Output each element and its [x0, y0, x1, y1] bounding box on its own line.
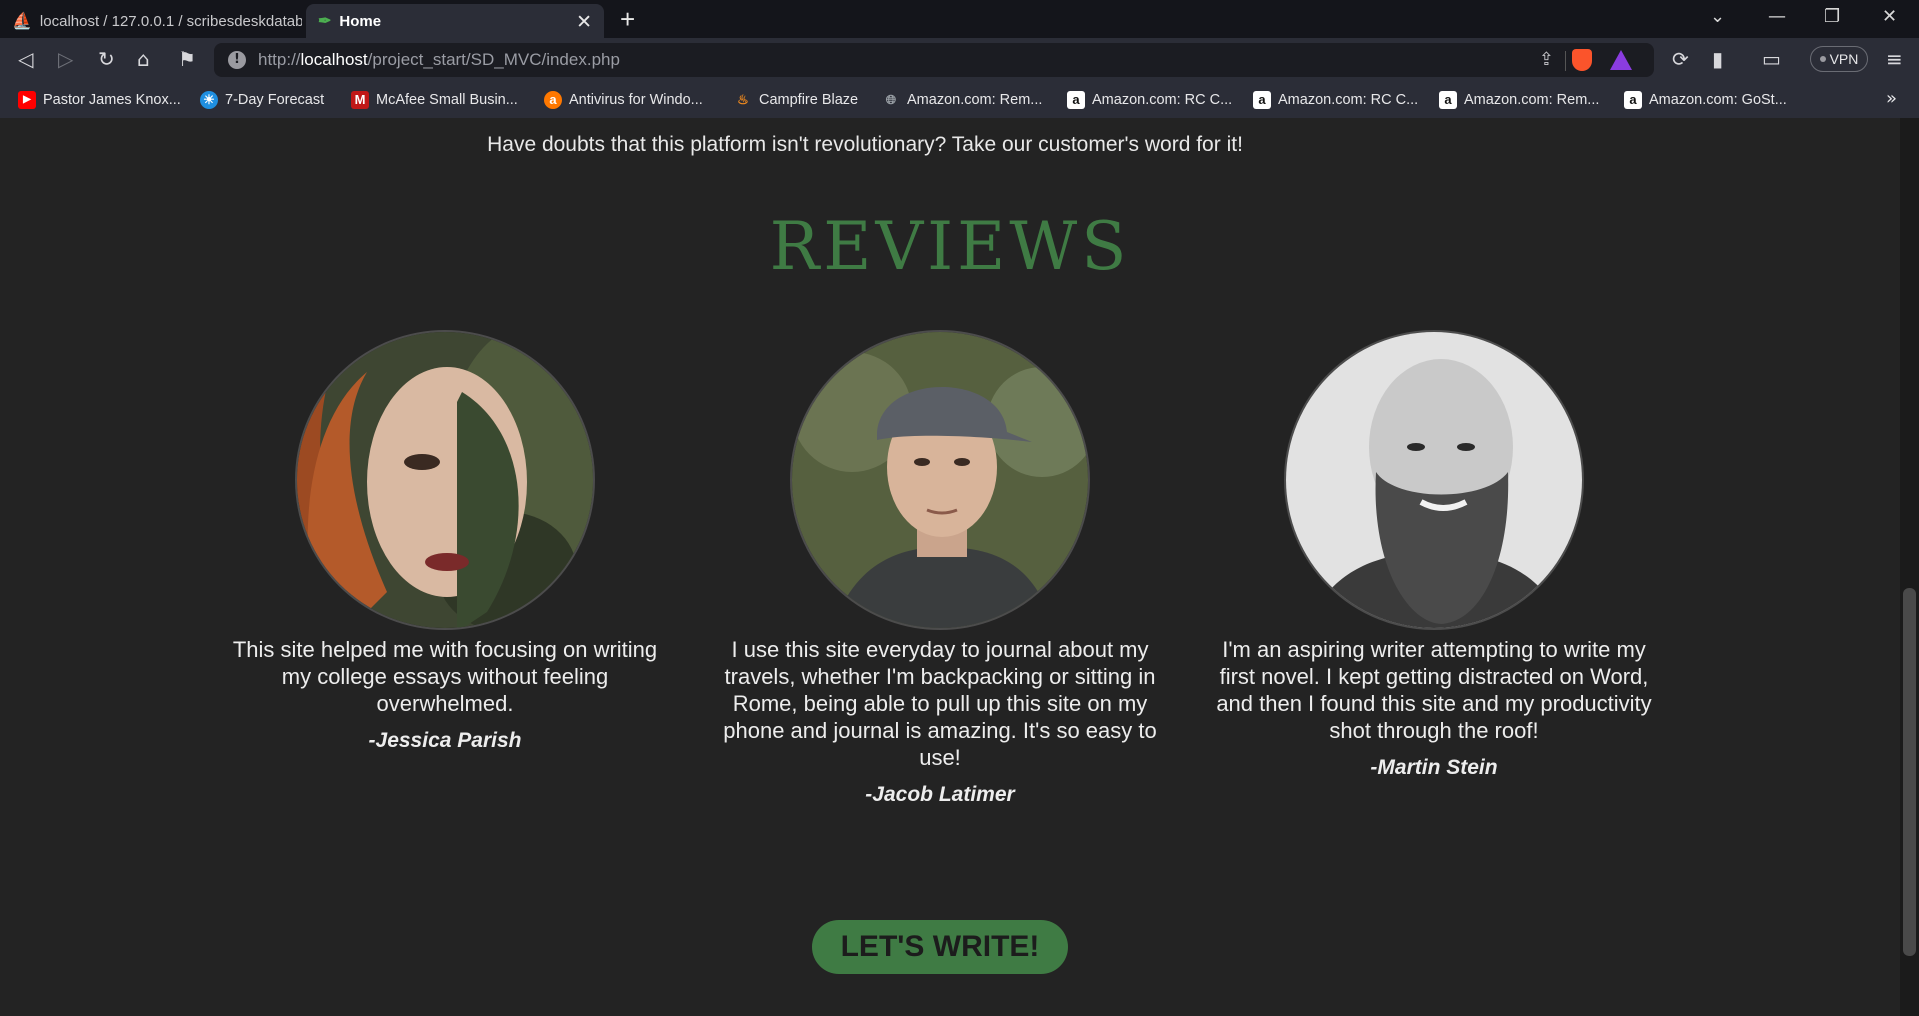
review-quote: I'm an aspiring writer attempting to wri… — [1216, 637, 1652, 743]
home-icon[interactable]: ⌂ — [137, 47, 150, 71]
minimize-icon[interactable]: — — [1768, 6, 1786, 27]
review-quote: This site helped me with focusing on wri… — [232, 637, 658, 716]
bookmark-item[interactable]: a Amazon.com: GoSt... — [1624, 91, 1787, 109]
tab-phpmyadmin[interactable]: ⛵ localhost / 127.0.0.1 / scribesdeskdat… — [0, 4, 305, 38]
bookmark-label: 7-Day Forecast — [225, 92, 325, 108]
amazon-icon: a — [1067, 91, 1085, 109]
brave-rewards-icon[interactable] — [1610, 50, 1632, 70]
scrollbar-thumb[interactable] — [1903, 588, 1916, 956]
close-window-icon[interactable]: ✕ — [1882, 6, 1897, 27]
review-author: -Jacob Latimer — [865, 783, 1015, 806]
mcafee-icon: M — [351, 91, 369, 109]
tab-title: Home — [339, 12, 382, 30]
url-text[interactable]: http://localhost/project_start/SD_MVC/in… — [258, 50, 620, 70]
site-info-icon[interactable]: ! — [228, 51, 246, 69]
close-tab-icon[interactable]: ✕ — [576, 11, 592, 34]
address-bar[interactable]: ! http://localhost/project_start/SD_MVC/… — [214, 43, 1654, 77]
leo-icon[interactable]: ⟳ — [1672, 47, 1689, 71]
new-tab-button[interactable]: + — [620, 4, 635, 35]
bookmark-item[interactable]: a Antivirus for Windo... — [544, 91, 703, 109]
avatar — [790, 330, 1090, 630]
sidebar-icon[interactable]: ▮ — [1712, 47, 1723, 71]
bookmark-label: Amazon.com: GoSt... — [1649, 92, 1787, 108]
amazon-icon: a — [1439, 91, 1457, 109]
share-icon[interactable]: ⇪ — [1539, 49, 1554, 70]
bookmarks-bar: ▶ Pastor James Knox... ☀ 7-Day Forecast … — [0, 82, 1919, 118]
bookmark-label: Antivirus for Windo... — [569, 92, 703, 108]
bookmark-label: McAfee Small Busin... — [376, 92, 518, 108]
vpn-status-dot — [1819, 56, 1826, 62]
bookmark-item[interactable]: a Amazon.com: Rem... — [1439, 91, 1599, 109]
bookmark-label: Pastor James Knox... — [43, 92, 181, 108]
tab-title: localhost / 127.0.0.1 / scribesdeskdatab… — [39, 12, 302, 30]
forward-icon[interactable]: ▷ — [58, 47, 73, 71]
vpn-button[interactable]: VPN — [1810, 46, 1868, 72]
tab-strip: ⛵ localhost / 127.0.0.1 / scribesdeskdat… — [0, 0, 1919, 38]
youtube-icon: ▶ — [18, 91, 36, 109]
bookmarks-overflow-icon[interactable]: » — [1886, 88, 1897, 109]
url-scheme: http:// — [258, 50, 301, 69]
divider — [1565, 51, 1566, 71]
restore-icon[interactable]: ❐ — [1824, 6, 1840, 27]
tab-search-icon[interactable]: ⌄ — [1710, 6, 1725, 27]
vpn-label: VPN — [1829, 51, 1859, 67]
weather-icon: ☀ — [200, 91, 218, 109]
globe-icon: 🌐︎ — [885, 92, 897, 107]
bookmark-item[interactable]: ♨ Campfire Blaze — [734, 91, 858, 109]
menu-icon[interactable]: ≡ — [1886, 47, 1903, 71]
avast-icon: a — [544, 91, 562, 109]
back-icon[interactable]: ◁ — [18, 47, 33, 71]
bookmark-item[interactable]: ▶ Pastor James Knox... — [18, 91, 181, 109]
review-author: -Martin Stein — [1370, 756, 1498, 779]
tagline: Have doubts that this platform isn't rev… — [487, 133, 1243, 156]
url-path: /project_start/SD_MVC/index.php — [367, 50, 620, 69]
bookmark-label: Amazon.com: Rem... — [1464, 92, 1600, 108]
section-title: REVIEWS — [769, 208, 1131, 285]
review-quote: I use this site everyday to journal abou… — [723, 637, 1157, 770]
tab-home[interactable]: ✒ Home ✕ — [306, 4, 604, 38]
quill-icon: ✒ — [318, 13, 332, 30]
bookmark-label: Amazon.com: Rem... — [907, 92, 1043, 108]
bookmark-item[interactable]: a Amazon.com: RC C... — [1253, 91, 1418, 109]
url-host: localhost — [300, 50, 368, 69]
bookmark-item[interactable]: M McAfee Small Busin... — [351, 91, 518, 109]
bookmark-item[interactable]: ☀ 7-Day Forecast — [200, 91, 324, 109]
phpmyadmin-icon: ⛵ — [12, 13, 32, 30]
amazon-icon: a — [1253, 91, 1271, 109]
bookmark-label: Campfire Blaze — [759, 92, 859, 108]
bookmark-item[interactable]: 🌐︎ Amazon.com: Rem... — [882, 91, 1043, 109]
review-card: I'm an aspiring writer attempting to wri… — [1214, 330, 1654, 780]
avatar — [295, 330, 595, 630]
page-content: Have doubts that this platform isn't rev… — [0, 118, 1900, 1016]
bookmark-label: Amazon.com: RC C... — [1278, 92, 1419, 108]
amazon-icon: a — [1624, 91, 1642, 109]
review-card: I use this site everyday to journal abou… — [720, 330, 1160, 807]
avatar — [1284, 330, 1584, 630]
review-card: This site helped me with focusing on wri… — [225, 330, 665, 753]
review-author: -Jessica Parish — [368, 729, 522, 752]
wallet-icon[interactable]: ▭ — [1762, 47, 1781, 71]
flame-icon: ♨ — [737, 92, 749, 107]
reload-icon[interactable]: ↻ — [98, 47, 115, 71]
bookmark-icon[interactable]: ⚑ — [178, 47, 196, 71]
brave-shields-icon[interactable] — [1572, 49, 1592, 71]
browser-toolbar: ◁ ▷ ↻ ⌂ ⚑ ! http://localhost/project_sta… — [0, 38, 1919, 82]
bookmark-label: Amazon.com: RC C... — [1092, 92, 1233, 108]
lets-write-button[interactable]: LET'S WRITE! — [812, 920, 1068, 974]
bookmark-item[interactable]: a Amazon.com: RC C... — [1067, 91, 1232, 109]
